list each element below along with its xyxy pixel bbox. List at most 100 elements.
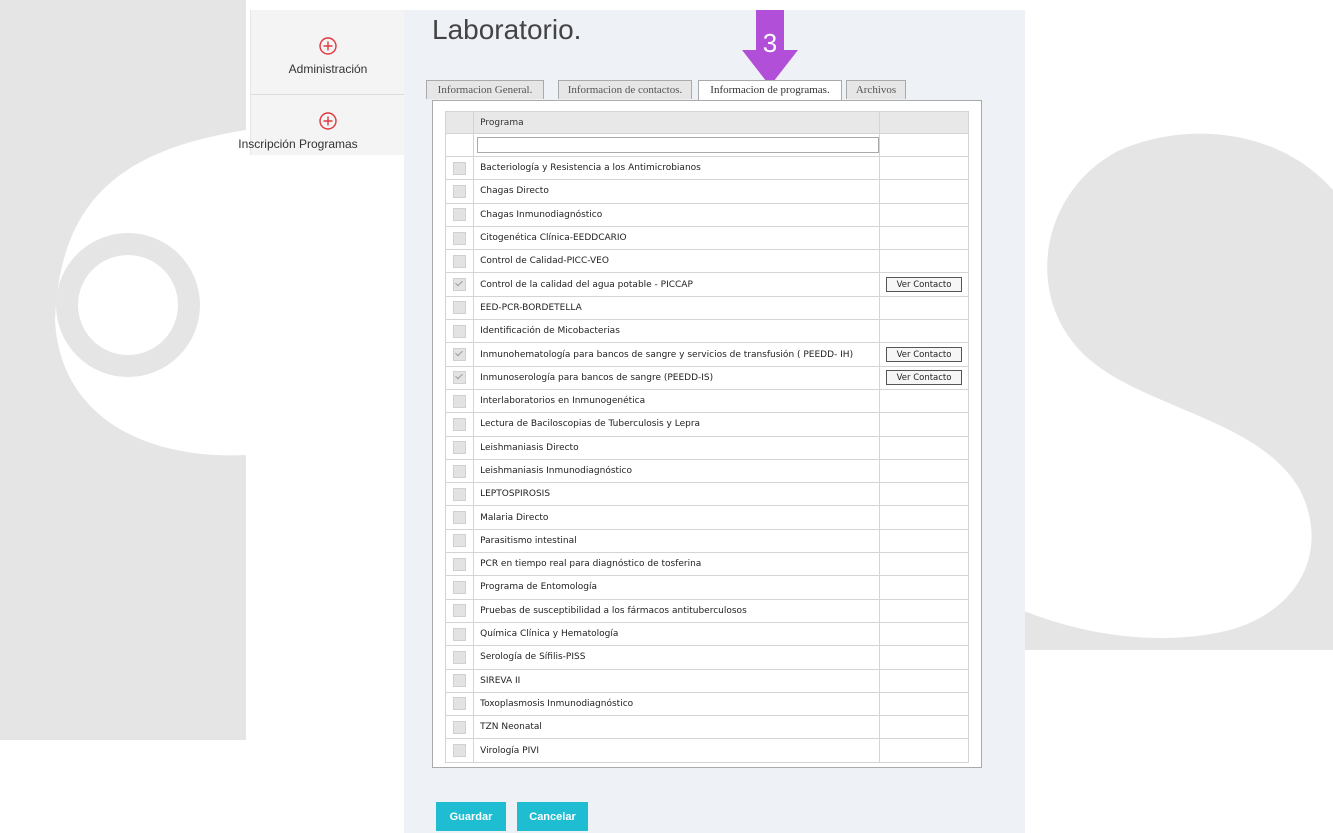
sidebar-item-administracion[interactable]: Administración: [251, 20, 405, 92]
program-checkbox[interactable]: [453, 417, 467, 431]
program-checkbox[interactable]: [453, 511, 467, 525]
table-row: Malaria Directo: [444, 505, 969, 530]
checkbox-cell: [444, 225, 475, 251]
program-name: Lectura de Baciloscopias de Tuberculosis…: [473, 412, 881, 437]
action-cell: Ver Contacto: [879, 272, 969, 297]
ver-contacto-button[interactable]: Ver Contacto: [886, 370, 963, 386]
table-row: Lectura de Baciloscopias de Tuberculosis…: [444, 412, 969, 437]
ver-contacto-button[interactable]: Ver Contacto: [886, 347, 963, 363]
annotation-number: 3: [762, 28, 778, 58]
action-cell: [879, 575, 969, 600]
program-name: EED-PCR-BORDETELLA: [473, 295, 881, 321]
program-checkbox[interactable]: [453, 604, 467, 618]
program-checkbox[interactable]: [453, 184, 467, 198]
checkbox-cell: [444, 365, 475, 390]
plus-circle-icon: [319, 37, 337, 55]
program-name: LEPTOSPIROSIS: [473, 482, 881, 507]
checkbox-cell: [444, 155, 475, 181]
program-checkbox[interactable]: [453, 254, 467, 268]
program-checkbox[interactable]: [453, 650, 467, 664]
page-title: Laboratorio.: [432, 14, 582, 45]
action-cell: [879, 552, 969, 577]
program-checkbox[interactable]: [453, 301, 467, 315]
program-checkbox[interactable]: [453, 744, 467, 758]
tab-informacion-general[interactable]: Informacion General.: [426, 80, 544, 99]
checkbox-cell: [444, 505, 475, 530]
checkbox-cell: [444, 598, 475, 623]
table-row: Inmunohematología para bancos de sangre …: [444, 342, 969, 367]
program-checkbox[interactable]: [453, 697, 467, 711]
table-row: Control de Calidad-PICC-VEO: [444, 249, 969, 274]
checkbox-cell: [444, 435, 475, 460]
program-checkbox[interactable]: [453, 324, 467, 338]
table-row: LEPTOSPIROSIS: [444, 482, 969, 507]
checkbox-cell: [444, 342, 475, 367]
column-header-programa[interactable]: Programa: [473, 111, 881, 134]
table-row: Bacteriología y Resistencia a los Antimi…: [444, 155, 969, 181]
program-name: Virología PIVI: [473, 738, 881, 763]
checkbox-cell: [444, 528, 475, 554]
program-checkbox[interactable]: [453, 464, 467, 478]
program-checkbox[interactable]: [453, 208, 467, 222]
action-cell: [879, 249, 969, 274]
table-row: Citogenética Clínica-EEDDCARIO: [444, 225, 969, 251]
tab-archivos[interactable]: Archivos: [846, 80, 906, 99]
action-cell: [879, 155, 969, 181]
program-checkbox[interactable]: [453, 534, 467, 548]
action-cell: [879, 435, 969, 460]
save-button[interactable]: Guardar: [436, 802, 506, 831]
sidebar-item-inscripcion-programas[interactable]: Inscripción Programas: [238, 94, 405, 167]
program-name: Leishmaniasis Directo: [473, 435, 881, 460]
checkbox-cell: [444, 645, 475, 670]
program-name: Chagas Directo: [473, 179, 881, 204]
program-name: Toxoplasmosis Inmunodiagnóstico: [473, 691, 881, 717]
checkbox-cell: [444, 412, 475, 437]
programs-panel: Programa Bacteriología y Resistencia a l…: [432, 100, 982, 768]
program-checkbox[interactable]: [453, 161, 467, 175]
ver-contacto-button[interactable]: Ver Contacto: [886, 277, 963, 293]
checkbox-cell: [444, 552, 475, 577]
checkbox-cell: [444, 738, 475, 763]
table-row: Toxoplasmosis Inmunodiagnóstico: [444, 691, 969, 717]
program-checkbox[interactable]: [453, 278, 467, 292]
checkbox-cell: [444, 249, 475, 274]
action-cell: [879, 691, 969, 717]
sidebar-item-label: Administración: [288, 62, 368, 76]
header-action-cell: [879, 111, 969, 134]
programa-filter-input[interactable]: [477, 137, 880, 153]
program-name: Bacteriología y Resistencia a los Antimi…: [473, 155, 881, 181]
action-cell: [879, 528, 969, 554]
tab-informacion-contactos[interactable]: Informacion de contactos.: [558, 80, 692, 99]
action-cell: [879, 668, 969, 693]
program-checkbox[interactable]: [453, 231, 467, 245]
program-checkbox[interactable]: [453, 487, 467, 501]
program-checkbox[interactable]: [453, 348, 467, 362]
checkbox-cell: [444, 388, 475, 414]
table-row: TZN Neonatal: [444, 715, 969, 740]
checkbox-cell: [444, 691, 475, 717]
program-checkbox[interactable]: [453, 720, 467, 734]
cancel-button[interactable]: Cancelar: [517, 802, 588, 831]
table-row: Interlaboratorios en Inmunogenética: [444, 388, 969, 414]
program-name: TZN Neonatal: [473, 715, 881, 740]
action-cell: [879, 505, 969, 530]
program-checkbox[interactable]: [453, 557, 467, 571]
program-checkbox[interactable]: [453, 580, 467, 594]
program-checkbox[interactable]: [453, 674, 467, 688]
program-checkbox[interactable]: [453, 394, 467, 408]
program-name: Identificación de Micobacterias: [473, 319, 881, 344]
program-checkbox[interactable]: [453, 627, 467, 641]
checkbox-cell: [444, 621, 475, 647]
program-checkbox[interactable]: [453, 371, 467, 385]
checkbox-cell: [444, 482, 475, 507]
tab-informacion-programas[interactable]: Informacion de programas.: [698, 80, 842, 101]
program-checkbox[interactable]: [453, 441, 467, 455]
table-row: Serología de Sífilis-PISS: [444, 645, 969, 670]
action-cell: [879, 319, 969, 344]
program-name: Interlaboratorios en Inmunogenética: [473, 388, 881, 414]
action-cell: [879, 412, 969, 437]
checkbox-cell: [444, 575, 475, 600]
checkbox-cell: [444, 458, 475, 484]
table-row: Inmunoserología para bancos de sangre (P…: [444, 365, 969, 390]
table-row: Pruebas de susceptibilidad a los fármaco…: [444, 598, 969, 623]
